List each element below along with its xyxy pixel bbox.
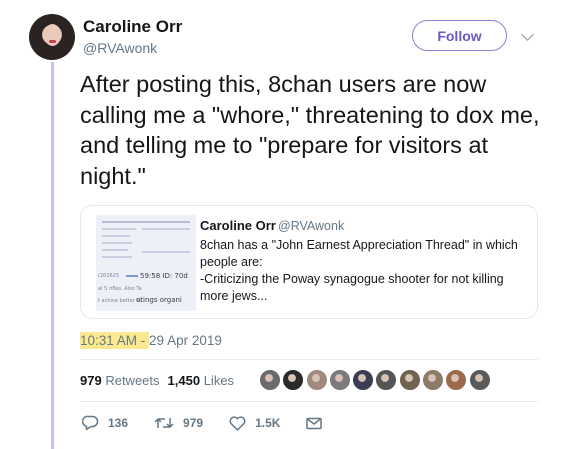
liker-avatar[interactable] xyxy=(282,369,305,391)
avatar[interactable] xyxy=(29,14,75,60)
quoted-tweet-text: 8chan has a "John Earnest Appreciation T… xyxy=(200,238,518,303)
liker-avatars[interactable] xyxy=(259,369,492,391)
tweet-text: After posting this, 8chan users are now … xyxy=(80,71,540,189)
liker-avatar[interactable] xyxy=(305,369,328,391)
quoted-tweet[interactable]: (201625 59:58 ID: 70d al 5 rifles. Also … xyxy=(80,205,538,319)
chevron-down-icon[interactable] xyxy=(521,28,534,41)
quoted-tweet-image[interactable]: (201625 59:58 ID: 70d al 5 rifles. Also … xyxy=(96,215,196,311)
liker-avatar[interactable] xyxy=(468,369,491,391)
liker-avatar[interactable] xyxy=(375,369,398,391)
action-bar: 136 979 1.5K xyxy=(82,415,357,431)
liker-avatar[interactable] xyxy=(328,369,351,391)
liker-avatar[interactable] xyxy=(352,369,375,391)
author-name[interactable]: Caroline Orr xyxy=(83,17,182,37)
timestamp-date: 29 Apr 2019 xyxy=(149,333,222,348)
tweet-timestamp[interactable]: 10:31 AM - 29 Apr 2019 xyxy=(80,332,222,349)
like-button[interactable]: 1.5K xyxy=(229,415,281,431)
like-count: 1.5K xyxy=(255,416,281,430)
retweet-button[interactable]: 979 xyxy=(154,416,203,430)
engagement-stats: 979 Retweets 1,450 Likes xyxy=(80,373,234,388)
liker-avatar[interactable] xyxy=(445,369,468,391)
thumb-id-left: (201625 xyxy=(98,273,120,279)
retweets-stat[interactable]: 979 Retweets xyxy=(80,373,160,388)
reply-count: 136 xyxy=(108,416,129,430)
thumb-line-otings: otings organi xyxy=(136,296,182,304)
liker-avatar[interactable] xyxy=(422,369,445,391)
liker-avatar[interactable] xyxy=(398,369,421,391)
mail-icon xyxy=(306,417,323,429)
quoted-author-name: Caroline Orr xyxy=(200,218,276,233)
thumb-id-right: 59:58 ID: 70d xyxy=(140,272,188,280)
heart-icon xyxy=(229,415,246,431)
divider xyxy=(80,359,538,360)
liker-avatar[interactable] xyxy=(259,369,281,391)
reply-icon xyxy=(82,415,99,431)
retweet-count: 979 xyxy=(183,416,204,430)
divider xyxy=(80,401,538,402)
likes-stat[interactable]: 1,450 Likes xyxy=(168,373,235,388)
direct-message-button[interactable] xyxy=(306,417,331,430)
quoted-author-handle: @RVAwonk xyxy=(278,219,345,233)
reply-button[interactable]: 136 xyxy=(82,415,128,431)
author-handle[interactable]: @RVAwonk xyxy=(83,40,157,56)
retweet-icon xyxy=(154,417,174,429)
follow-button[interactable]: Follow xyxy=(412,20,507,51)
thread-line xyxy=(51,62,54,449)
timestamp-time: 10:31 AM xyxy=(80,333,138,348)
thumb-line-files: al 5 rifles. Also Ta xyxy=(98,286,142,292)
